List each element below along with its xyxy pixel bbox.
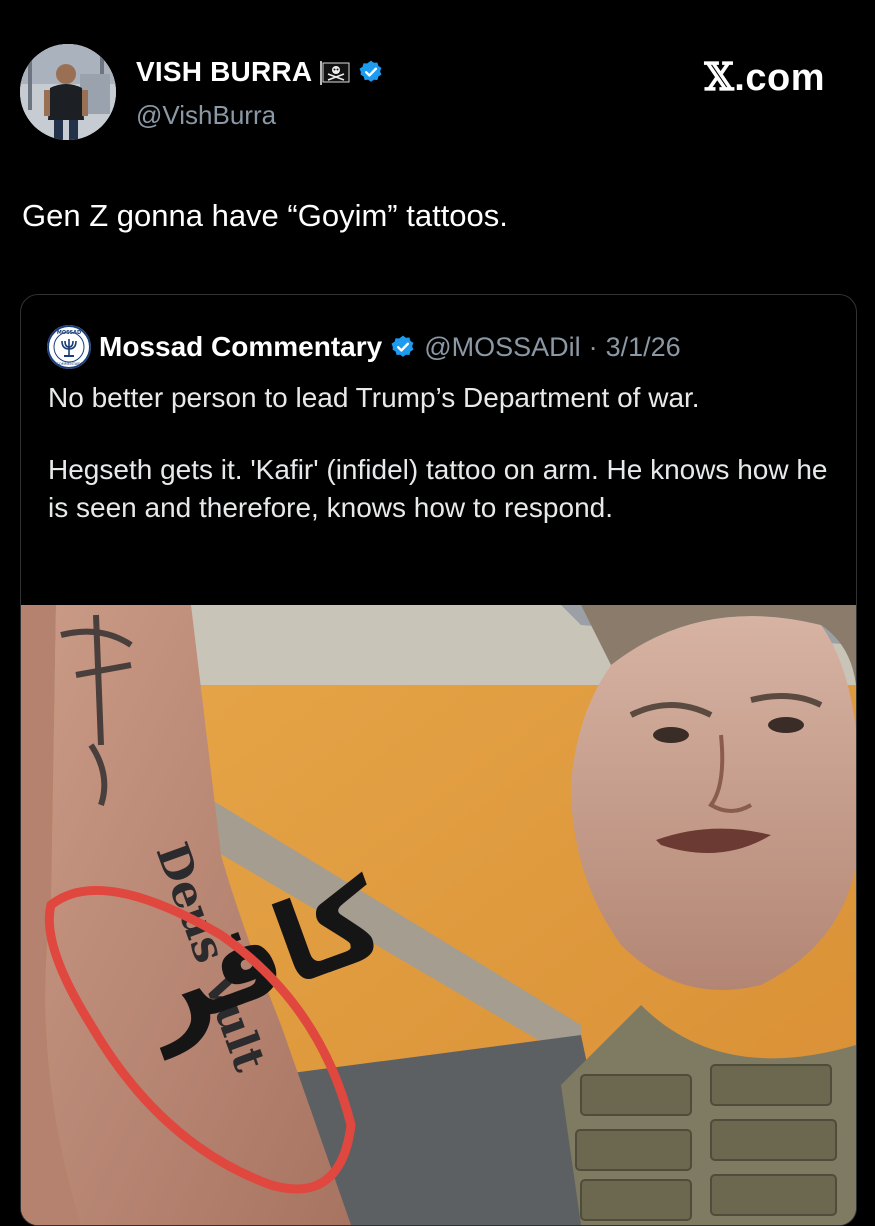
quote-paragraph-2: Hegseth gets it. 'Kafir' (infidel) tatto…	[48, 454, 828, 523]
tweet-text: Gen Z gonna have “Goyim” tattoos.	[22, 198, 508, 233]
x-com-brand: 𝕏.com	[704, 54, 825, 99]
svg-text:COMMENTARY: COMMENTARY	[56, 362, 82, 366]
pirate-flag-icon	[320, 61, 350, 85]
author-name-row: VISH BURRA	[136, 56, 384, 88]
quote-body: No better person to lead Trump’s Departm…	[48, 379, 838, 527]
quote-header: MOSSAD COMMENTARY Mossad Commentary @MOS…	[47, 325, 681, 369]
quote-verified-badge-icon	[390, 334, 416, 360]
verified-badge-icon	[358, 59, 384, 85]
author-avatar[interactable]	[20, 44, 116, 140]
quote-author-handle[interactable]: @MOSSADil	[424, 332, 580, 363]
quote-photo[interactable]: Deus Vult كافر	[21, 605, 856, 1225]
quoted-tweet[interactable]: MOSSAD COMMENTARY Mossad Commentary @MOS…	[20, 294, 857, 1226]
quote-author-name[interactable]: Mossad Commentary	[99, 331, 382, 363]
quote-separator: ·	[588, 331, 598, 362]
author-handle[interactable]: @VishBurra	[136, 100, 276, 131]
svg-text:MOSSAD: MOSSAD	[57, 330, 81, 336]
tweet-header: VISH BURRA @VishBurra 𝕏.com	[20, 44, 855, 144]
quote-paragraph-1: No better person to lead Trump’s Departm…	[48, 382, 700, 413]
quote-avatar[interactable]: MOSSAD COMMENTARY	[47, 325, 91, 369]
quote-date[interactable]: 3/1/26	[606, 332, 681, 363]
author-name[interactable]: VISH BURRA	[136, 56, 312, 88]
